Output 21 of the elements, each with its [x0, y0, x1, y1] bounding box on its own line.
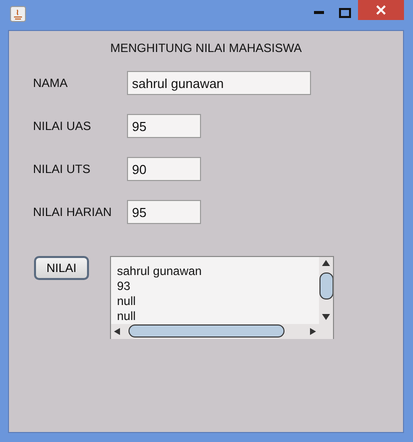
output-line: sahrul gunawan [117, 264, 203, 279]
output-line: null [117, 309, 137, 324]
text-field[interactable]: sahrul gunawan [127, 71, 311, 95]
text-field[interactable]: 95 [127, 114, 201, 138]
text-field[interactable]: 95 [127, 200, 201, 224]
minimize-icon [314, 11, 324, 15]
close-icon [376, 5, 386, 15]
output-line: 93 [117, 279, 132, 294]
text-field[interactable]: 90 [127, 157, 201, 181]
field-label: NAMA [32, 75, 69, 92]
field-label: NILAI UAS [32, 118, 92, 135]
output-line: null [117, 294, 137, 309]
nilai-button[interactable]: NILAI [34, 256, 89, 280]
horizontal-scrollbar[interactable] [111, 324, 319, 339]
maximize-icon [339, 8, 351, 18]
app-icon [10, 6, 26, 22]
field-label: NILAI UTS [32, 161, 92, 178]
field-label: NILAI HARIAN [32, 204, 113, 221]
close-button[interactable] [358, 0, 404, 20]
form-title: MENGHITUNG NILAI MAHASISWA [109, 40, 303, 57]
vertical-scrollbar[interactable] [319, 257, 333, 324]
